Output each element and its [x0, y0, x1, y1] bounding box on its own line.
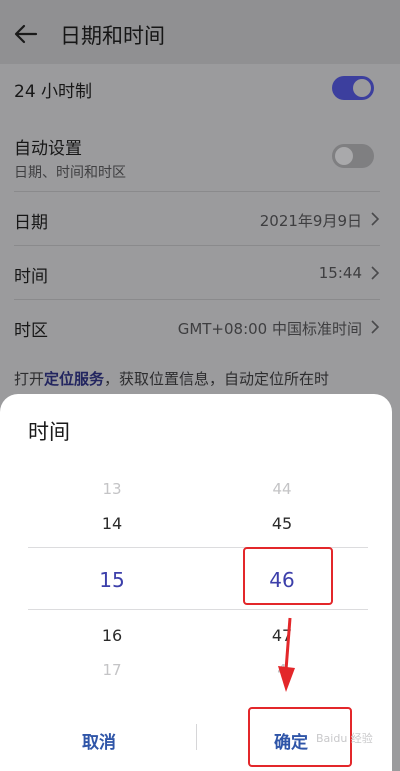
toggle-knob	[335, 147, 353, 165]
dialog-title: 时间	[28, 420, 70, 444]
auto-setting-subtitle: 日期、时间和时区	[14, 165, 126, 181]
hint-prefix: 打开	[14, 370, 45, 388]
hour-option[interactable]: 17	[82, 661, 142, 679]
annotation-box-minute	[243, 547, 333, 605]
hour-option[interactable]: 16	[82, 626, 142, 645]
time-picker-dialog: 时间 13 14 15 16 17 44 45 46 47 4 取消 确定	[0, 394, 392, 771]
date-value: 2021年9月9日	[259, 212, 362, 230]
hour-option[interactable]: 14	[82, 514, 142, 533]
hour24-row[interactable]: 24 小时制	[14, 64, 380, 114]
selection-bottom-line	[28, 609, 368, 610]
page-title: 日期和时间	[60, 24, 165, 48]
auto-setting-label: 自动设置	[14, 139, 82, 159]
button-separator	[196, 724, 197, 750]
timezone-row[interactable]: 时区 GMT+08:00 中国标准时间	[14, 300, 380, 353]
app-bar: 日期和时间	[0, 0, 400, 64]
location-service-link[interactable]: 定位服务	[44, 370, 104, 388]
section-gap	[14, 119, 380, 120]
hour24-toggle[interactable]	[332, 76, 374, 100]
time-row[interactable]: 时间 15:44	[14, 246, 380, 299]
minute-option[interactable]: 45	[252, 514, 312, 533]
chevron-right-icon	[371, 266, 380, 280]
hour-option[interactable]: 13	[82, 480, 142, 498]
cancel-button[interactable]: 取消	[82, 728, 116, 753]
watermark: Baidu 经验	[316, 732, 373, 745]
time-value: 15:44	[318, 264, 362, 282]
chevron-right-icon	[371, 320, 380, 334]
chevron-right-icon	[371, 212, 380, 226]
timezone-label: 时区	[14, 321, 48, 341]
auto-setting-toggle[interactable]	[332, 144, 374, 168]
timezone-value: GMT+08:00 中国标准时间	[177, 320, 362, 338]
arrow-left-icon[interactable]	[12, 20, 40, 48]
auto-setting-row[interactable]: 自动设置 日期、时间和时区	[14, 128, 380, 190]
annotation-arrow-icon	[278, 617, 295, 692]
minute-option[interactable]: 44	[252, 480, 312, 498]
hour-selected[interactable]: 15	[82, 568, 142, 592]
hour24-label: 24 小时制	[14, 82, 93, 102]
time-label: 时间	[14, 267, 48, 287]
date-row[interactable]: 日期 2021年9月9日	[14, 192, 380, 245]
location-hint: 打开定位服务，获取位置信息，自动定位所在时	[14, 368, 329, 389]
hint-suffix: ，获取位置信息，自动定位所在时	[104, 370, 330, 388]
toggle-knob	[353, 79, 371, 97]
date-label: 日期	[14, 213, 48, 233]
